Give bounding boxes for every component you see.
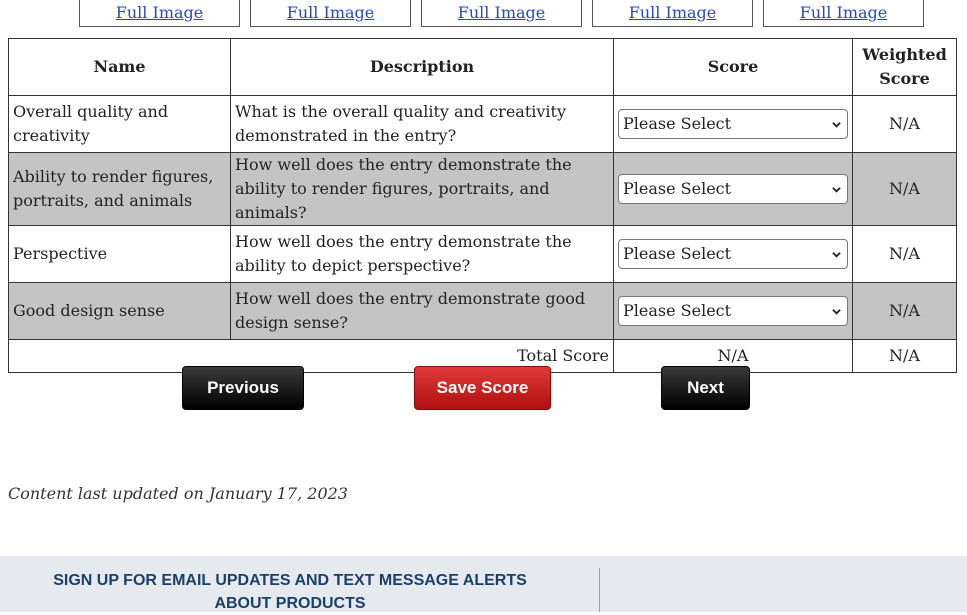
weighted-score: N/A [852,282,957,340]
score-select[interactable]: Please Select [618,109,848,139]
score-select[interactable]: Please Select [618,239,848,269]
criterion-description: How well does the entry demonstrate good… [230,282,614,340]
header-weighted-score: Weighted Score [852,38,957,96]
score-select-value: Please Select [623,244,732,263]
chevron-down-icon [832,121,841,128]
header-name: Name [8,38,231,96]
full-image-link-4[interactable]: Full Image [593,3,752,22]
weighted-score: N/A [852,152,957,226]
email-signup-link[interactable]: SIGN UP FOR EMAIL UPDATES AND TEXT MESSA… [30,569,550,615]
next-button[interactable]: Next [661,366,750,410]
header-description: Description [230,38,614,96]
table-row: Ability to render figures, portraits, an… [8,152,957,226]
score-select-value: Please Select [623,301,732,320]
footer-signup-bar: SIGN UP FOR EMAIL UPDATES AND TEXT MESSA… [0,556,967,612]
full-image-link-2[interactable]: Full Image [251,3,410,22]
total-weighted-score: N/A [852,339,957,373]
criterion-name: Ability to render figures, portraits, an… [8,152,231,226]
header-score: Score [613,38,853,96]
table-row: Good design sense How well does the entr… [8,282,957,340]
scoring-table: Name Description Score Weighted Score Ov… [8,38,957,373]
criterion-description: How well does the entry demonstrate the … [230,225,614,283]
chevron-down-icon [832,251,841,258]
score-select-value: Please Select [623,179,732,198]
thumbnail-card-4: Full Image [592,0,753,27]
chevron-down-icon [832,186,841,193]
thumbnail-card-3: Full Image [421,0,582,27]
last-updated-text: Content last updated on January 17, 2023 [8,484,348,503]
score-select-value: Please Select [623,114,732,133]
full-image-link-1[interactable]: Full Image [80,3,239,22]
footer-divider [599,568,600,612]
full-image-link-5[interactable]: Full Image [764,3,923,22]
thumbnail-card-2: Full Image [250,0,411,27]
full-image-link-3[interactable]: Full Image [422,3,581,22]
criterion-name: Overall quality and creativity [8,95,231,153]
table-row: Overall quality and creativity What is t… [8,95,957,153]
save-score-button[interactable]: Save Score [414,366,551,410]
thumbnail-card-5: Full Image [763,0,924,27]
thumbnail-strip: Full Image Full Image Full Image Full Im… [0,0,967,29]
chevron-down-icon [832,308,841,315]
weighted-score: N/A [852,95,957,153]
weighted-score: N/A [852,225,957,283]
criterion-name: Perspective [8,225,231,283]
table-header-row: Name Description Score Weighted Score [8,38,957,96]
previous-button[interactable]: Previous [182,366,304,410]
score-select[interactable]: Please Select [618,174,848,204]
score-select[interactable]: Please Select [618,296,848,326]
criterion-name: Good design sense [8,282,231,340]
table-row: Perspective How well does the entry demo… [8,225,957,283]
criterion-description: What is the overall quality and creativi… [230,95,614,153]
criterion-description: How well does the entry demonstrate the … [230,152,614,226]
thumbnail-card-1: Full Image [79,0,240,27]
